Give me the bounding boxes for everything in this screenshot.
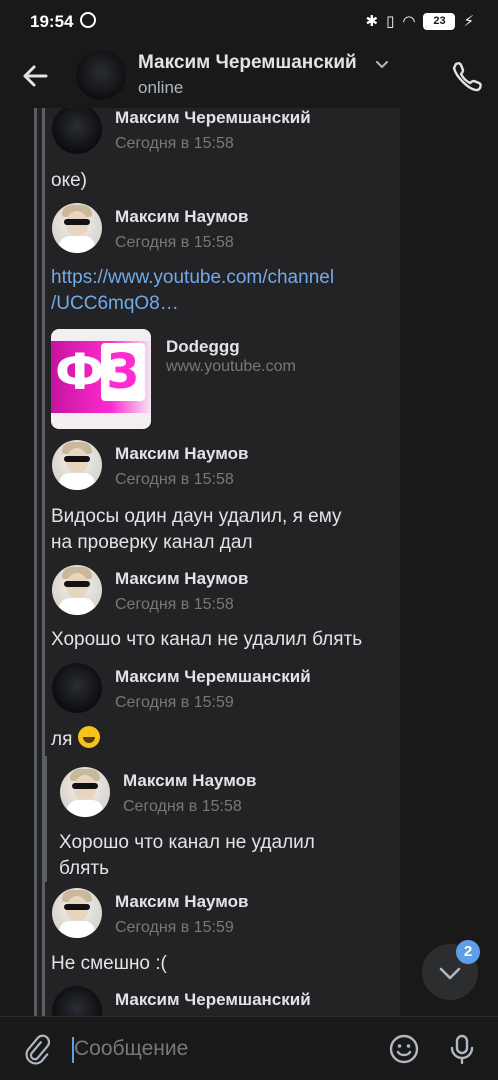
charging-icon: ⚡ [463, 12, 474, 30]
avatar[interactable] [52, 203, 102, 253]
message-text: Хорошо что канал не удалил блять [51, 629, 363, 650]
quote-time: Сегодня в 15:58 [123, 798, 242, 815]
chat-header: Максим Черемшанский online [0, 44, 498, 108]
message-composer [0, 1016, 498, 1080]
message-author[interactable]: Максим Черемшанский [115, 667, 311, 687]
avatar[interactable] [52, 565, 102, 615]
unread-badge: 2 [456, 940, 480, 964]
message-text: ля [51, 726, 101, 753]
message-feed[interactable]: Максим Черемшанский Сегодня в 15:58 оке)… [0, 108, 498, 1016]
smile-icon[interactable] [386, 1031, 422, 1067]
status-icons: ✱ ▯ ◠ 23 ⚡ [366, 12, 474, 30]
rofl-emoji-icon [78, 726, 101, 748]
message-author[interactable]: Максим Наумов [115, 892, 248, 912]
status-bar: 19:54 ✱ ▯ ◠ 23 ⚡ [0, 0, 498, 44]
quote-author[interactable]: Максим Наумов [123, 771, 256, 791]
message-author[interactable]: Максим Черемшанский [115, 990, 311, 1010]
bluetooth-icon: ✱ [365, 12, 379, 30]
message-text: на проверку канал дал [51, 532, 253, 553]
alarm-icon [80, 12, 96, 28]
message-time: Сегодня в 15:59 [115, 694, 234, 711]
battery-level: 23 [433, 15, 446, 27]
chat-title[interactable]: Максим Черемшанский [138, 52, 357, 74]
status-time: 19:54 [30, 12, 74, 31]
forward-indicator-bar [34, 108, 37, 1016]
paperclip-icon[interactable] [18, 1031, 54, 1067]
reply-indicator-bar [44, 756, 47, 882]
link-preview-title[interactable]: Dodeggg [166, 337, 240, 357]
link-preview-thumbnail[interactable]: Ф 3 [51, 329, 151, 429]
message-author[interactable]: Максим Наумов [115, 207, 248, 227]
link-preview-domain: www.youtube.com [166, 358, 296, 375]
message-author[interactable]: Максим Черемшанский [115, 108, 311, 128]
message-text: Видосы один даун удалил, я ему [51, 506, 342, 527]
phone-icon[interactable] [446, 56, 486, 96]
chat-avatar[interactable] [76, 50, 126, 100]
avatar[interactable] [60, 767, 110, 817]
message-author[interactable]: Максим Наумов [115, 569, 248, 589]
message-time: Сегодня в 15:59 [115, 919, 234, 936]
message-text: Не смешно :( [51, 953, 167, 974]
avatar[interactable] [52, 440, 102, 490]
message-input[interactable] [74, 1029, 374, 1069]
message-text: оке) [51, 170, 87, 191]
quote-text: блять [59, 858, 110, 879]
wifi-icon: ◠ [402, 12, 416, 30]
message-time: Сегодня в 15:58 [115, 596, 234, 613]
quote-text: Хорошо что канал не удалил [59, 832, 315, 853]
message-link[interactable]: /UCC6mqO8… [51, 291, 179, 317]
avatar[interactable] [52, 663, 102, 713]
message-author[interactable]: Максим Наумов [115, 444, 248, 464]
message-time: Сегодня в 15:58 [115, 135, 234, 152]
chevron-down-icon[interactable] [374, 56, 390, 72]
microphone-icon[interactable] [444, 1031, 480, 1067]
chat-status: online [138, 78, 184, 97]
battery-icon: 23 [423, 12, 456, 30]
vibrate-icon: ▯ [386, 12, 395, 30]
back-arrow-icon[interactable] [18, 58, 54, 94]
avatar[interactable] [52, 888, 102, 938]
message-time: Сегодня в 15:58 [115, 234, 234, 251]
message-time: Сегодня в 15:58 [115, 471, 234, 488]
message-link[interactable]: https://www.youtube.com/channel [51, 265, 334, 291]
